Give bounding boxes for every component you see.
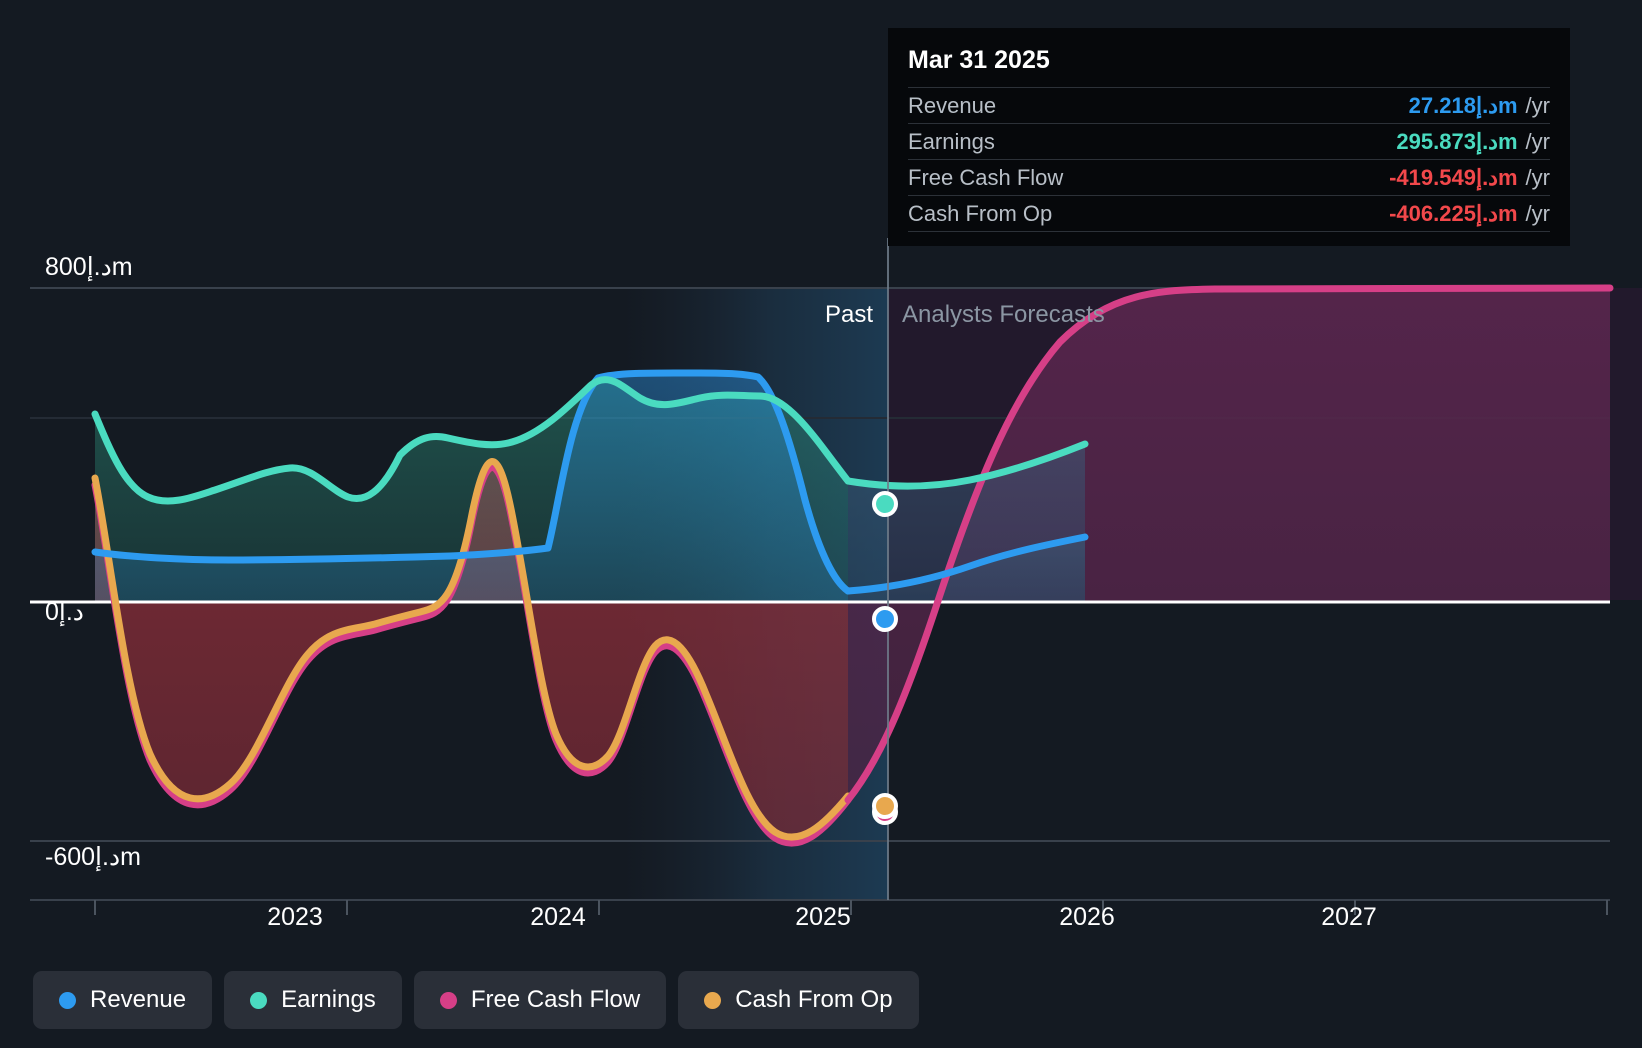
legend-dot-icon-cash-from-op <box>704 991 722 1009</box>
x-axis-label-2026: 2026 <box>1059 903 1115 931</box>
legend-dot-icon-earnings <box>250 991 268 1009</box>
tooltip-value-free-cash-flow: -419.549د.إm <box>1389 164 1518 190</box>
legend-item-earnings[interactable]: Earnings <box>224 971 402 1029</box>
y-axis-label-zero: 0د.إ <box>45 598 84 626</box>
legend-item-revenue[interactable]: Revenue <box>33 971 213 1029</box>
y-axis-label-bottom: -600د.إm <box>45 843 141 871</box>
chart-legend: Revenue Earnings Free Cash Flow Cash Fro… <box>33 971 919 1029</box>
tooltip-label-revenue: Revenue <box>908 92 997 118</box>
forecast-label: Analysts Forecasts <box>902 301 1105 328</box>
tooltip-row-free-cash-flow: Free Cash Flow -419.549د.إm /yr <box>908 159 1550 195</box>
chart-page: 800د.إm 0د.إ -600د.إm 2023 2024 2025 202… <box>0 0 1642 1048</box>
tooltip-label-cash-from-op: Cash From Op <box>908 200 1053 226</box>
legend-item-free-cash-flow[interactable]: Free Cash Flow <box>413 971 667 1029</box>
marker-cash-from-op[interactable] <box>872 793 898 819</box>
tooltip-label-free-cash-flow: Free Cash Flow <box>908 164 1064 190</box>
tooltip-date: Mar 31 2025 <box>908 46 1050 74</box>
legend-label-revenue: Revenue <box>90 986 187 1013</box>
legend-label-free-cash-flow: Free Cash Flow <box>470 986 641 1013</box>
tooltip-row-cash-from-op: Cash From Op -406.225د.إm /yr <box>908 195 1550 231</box>
tooltip-unit-revenue: /yr <box>1525 92 1550 118</box>
tooltip-value-earnings: 295.873د.إm <box>1396 128 1518 154</box>
legend-item-cash-from-op[interactable]: Cash From Op <box>678 971 919 1029</box>
tooltip-unit-cash-from-op: /yr <box>1525 200 1550 226</box>
legend-label-earnings: Earnings <box>281 986 376 1013</box>
tooltip-value-revenue: 27.218د.إm <box>1408 92 1518 118</box>
x-axis-label-2024: 2024 <box>530 903 586 931</box>
tooltip-panel: Mar 31 2025 Revenue 27.218د.إm /yr Earni… <box>888 28 1570 246</box>
tooltip-row-revenue: Revenue 27.218د.إm /yr <box>908 87 1550 123</box>
x-axis-label-2023: 2023 <box>267 903 323 931</box>
marker-revenue[interactable] <box>872 606 898 632</box>
x-axis-label-2025: 2025 <box>795 903 851 931</box>
legend-dot-icon-revenue <box>59 991 76 1009</box>
tooltip-row-earnings: Earnings 295.873د.إm /yr <box>908 123 1550 159</box>
tooltip-label-earnings: Earnings <box>908 128 995 154</box>
marker-earnings[interactable] <box>872 491 898 517</box>
x-axis-label-2027: 2027 <box>1321 903 1377 931</box>
past-label: Past <box>825 301 873 328</box>
tooltip-value-cash-from-op: -406.225د.إm <box>1389 200 1518 226</box>
tooltip-unit-earnings: /yr <box>1525 128 1550 154</box>
tooltip-unit-free-cash-flow: /yr <box>1525 164 1550 190</box>
y-axis-label-top: 800د.إm <box>45 253 133 281</box>
legend-label-cash-from-op: Cash From Op <box>735 986 893 1013</box>
legend-dot-icon-free-cash-flow <box>439 991 457 1009</box>
tooltip-bottom-divider <box>908 231 1550 232</box>
